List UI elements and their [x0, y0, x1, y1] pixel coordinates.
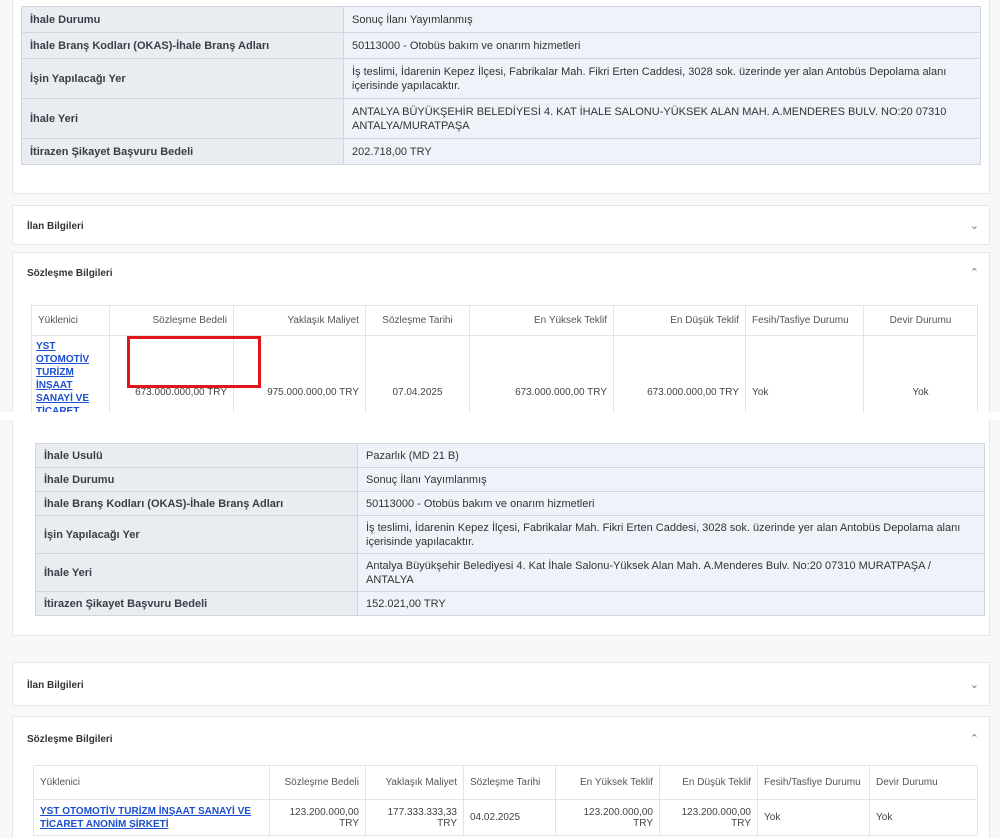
ilan-bilgileri-title: İlan Bilgileri — [27, 680, 84, 691]
info-row: İtirazen Şikayet Başvuru Bedeli 152.021,… — [35, 591, 985, 616]
info-row: İhale Branş Kodları (OKAS)-İhale Branş A… — [35, 491, 985, 516]
info-value: İş teslimi, İdarenin Kepez İlçesi, Fabri… — [343, 58, 981, 99]
info-value: İş teslimi, İdarenin Kepez İlçesi, Fabri… — [357, 515, 985, 554]
info-label: İşin Yapılacağı Yer — [35, 515, 358, 554]
transfer-cell: Yok — [869, 799, 978, 836]
col-header-devir-durumu: Devir Durumu — [863, 305, 978, 336]
col-header-yaklasik-maliyet: Yaklaşık Maliyet — [233, 305, 366, 336]
ilan-bilgileri-accordion[interactable]: İlan Bilgileri ⌄ — [12, 662, 990, 706]
contract-table: Yüklenici Sözleşme Bedeli Yaklaşık Maliy… — [33, 765, 978, 836]
info-row: İşin Yapılacağı Yer İş teslimi, İdarenin… — [21, 58, 981, 99]
col-header-sozlesme-tarihi: Sözleşme Tarihi — [463, 765, 556, 800]
info-label: İhale Yeri — [35, 553, 358, 592]
info-label: İhale Durumu — [35, 467, 358, 492]
chevron-down-icon[interactable]: ⌄ — [970, 678, 979, 691]
sozlesme-bilgileri-card: Sözleşme Bilgileri ⌃ Yüklenici Sözleşme … — [12, 252, 990, 412]
contract-header-row: Yüklenici Sözleşme Bedeli Yaklaşık Maliy… — [31, 305, 978, 336]
chevron-up-icon[interactable]: ⌃ — [970, 266, 979, 279]
tender-panel-1: İhale Durumu Sonuç İlanı Yayımlanmış İha… — [0, 0, 1000, 412]
col-header-yaklasik-maliyet: Yaklaşık Maliyet — [365, 765, 464, 800]
info-row: İhale Usulü Pazarlık (MD 21 B) — [35, 443, 985, 468]
highest-bid-cell: 123.200.000,00 TRY — [555, 799, 660, 836]
lowest-bid-cell: 123.200.000,00 TRY — [659, 799, 758, 836]
highest-bid-cell: 673.000.000,00 TRY — [469, 335, 614, 412]
chevron-down-icon[interactable]: ⌄ — [970, 219, 979, 232]
chevron-up-icon[interactable]: ⌃ — [970, 732, 979, 745]
ilan-bilgileri-accordion[interactable]: İlan Bilgileri ⌄ — [12, 205, 990, 245]
info-row: İhale Yeri ANTALYA BÜYÜKŞEHİR BELEDİYESİ… — [21, 98, 981, 139]
info-label: İhale Branş Kodları (OKAS)-İhale Branş A… — [35, 491, 358, 516]
info-label: İhale Branş Kodları (OKAS)-İhale Branş A… — [21, 32, 344, 59]
contractor-link[interactable]: YST OTOMOTİV TURİZM İNŞAAT SANAYİ VE TİC… — [36, 340, 105, 412]
contract-price-cell: 123.200.000,00 TRY — [269, 799, 366, 836]
col-header-fesih-tasfiye: Fesih/Tasfiye Durumu — [745, 305, 864, 336]
contract-header-row: Yüklenici Sözleşme Bedeli Yaklaşık Maliy… — [33, 765, 978, 800]
contract-date-cell: 04.02.2025 — [463, 799, 556, 836]
tender-info-card: İhale Usulü Pazarlık (MD 21 B) İhale Dur… — [12, 420, 990, 636]
info-label: İhale Usulü — [35, 443, 358, 468]
info-row: İhale Yeri Antalya Büyükşehir Belediyesi… — [35, 553, 985, 592]
info-value: Sonuç İlanı Yayımlanmış — [343, 6, 981, 33]
contractor-link[interactable]: YST OTOMOTİV TURİZM İNŞAAT SANAYİ VE TİC… — [40, 805, 263, 831]
col-header-sozlesme-bedeli: Sözleşme Bedeli — [109, 305, 234, 336]
col-header-sozlesme-tarihi: Sözleşme Tarihi — [365, 305, 470, 336]
tender-panel-2: İhale Usulü Pazarlık (MD 21 B) İhale Dur… — [0, 420, 1000, 838]
info-value: 50113000 - Otobüs bakım ve onarım hizmet… — [343, 32, 981, 59]
table-row: YST OTOMOTİV TURİZM İNŞAAT SANAYİ VE TİC… — [33, 799, 978, 836]
info-value: 202.718,00 TRY — [343, 138, 981, 165]
sozlesme-bilgileri-title: Sözleşme Bilgileri — [27, 268, 113, 279]
col-header-fesih-tasfiye: Fesih/Tasfiye Durumu — [757, 765, 870, 800]
approx-cost-cell: 975.000.000,00 TRY — [233, 335, 366, 412]
lowest-bid-cell: 673.000.000,00 TRY — [613, 335, 746, 412]
info-label: İtirazen Şikayet Başvuru Bedeli — [35, 591, 358, 616]
info-row: İtirazen Şikayet Başvuru Bedeli 202.718,… — [21, 138, 981, 165]
contract-date-cell: 07.04.2025 — [365, 335, 470, 412]
col-header-yuklenici: Yüklenici — [33, 765, 270, 800]
col-header-en-yuksek-teklif: En Yüksek Teklif — [469, 305, 614, 336]
sozlesme-bilgileri-title: Sözleşme Bilgileri — [27, 734, 113, 745]
ilan-bilgileri-title: İlan Bilgileri — [27, 221, 84, 232]
info-value: Pazarlık (MD 21 B) — [357, 443, 985, 468]
info-row: İhale Branş Kodları (OKAS)-İhale Branş A… — [21, 32, 981, 59]
table-row: YST OTOMOTİV TURİZM İNŞAAT SANAYİ VE TİC… — [31, 335, 978, 412]
tender-info-card: İhale Durumu Sonuç İlanı Yayımlanmış İha… — [12, 0, 990, 194]
col-header-en-yuksek-teklif: En Yüksek Teklif — [555, 765, 660, 800]
info-value: ANTALYA BÜYÜKŞEHİR BELEDİYESİ 4. KAT İHA… — [343, 98, 981, 139]
info-value: 152.021,00 TRY — [357, 591, 985, 616]
tender-info-table: İhale Durumu Sonuç İlanı Yayımlanmış İha… — [21, 6, 981, 165]
contract-price-cell: 673.000.000,00 TRY — [109, 335, 234, 412]
col-header-yuklenici: Yüklenici — [31, 305, 110, 336]
col-header-en-dusuk-teklif: En Düşük Teklif — [613, 305, 746, 336]
info-label: İtirazen Şikayet Başvuru Bedeli — [21, 138, 344, 165]
info-label: İhale Durumu — [21, 6, 344, 33]
tender-info-table: İhale Usulü Pazarlık (MD 21 B) İhale Dur… — [35, 443, 985, 616]
info-value: Antalya Büyükşehir Belediyesi 4. Kat İha… — [357, 553, 985, 592]
info-value: Sonuç İlanı Yayımlanmış — [357, 467, 985, 492]
info-label: İşin Yapılacağı Yer — [21, 58, 344, 99]
col-header-devir-durumu: Devir Durumu — [869, 765, 978, 800]
info-row: İhale Durumu Sonuç İlanı Yayımlanmış — [35, 467, 985, 492]
info-value: 50113000 - Otobüs bakım ve onarım hizmet… — [357, 491, 985, 516]
approx-cost-cell: 177.333.333,33 TRY — [365, 799, 464, 836]
termination-cell: Yok — [757, 799, 870, 836]
transfer-cell: Yok — [863, 335, 978, 412]
info-row: İhale Durumu Sonuç İlanı Yayımlanmış — [21, 6, 981, 33]
sozlesme-bilgileri-card: Sözleşme Bilgileri ⌃ Yüklenici Sözleşme … — [12, 716, 990, 838]
contract-table: Yüklenici Sözleşme Bedeli Yaklaşık Maliy… — [31, 305, 978, 412]
col-header-en-dusuk-teklif: En Düşük Teklif — [659, 765, 758, 800]
col-header-sozlesme-bedeli: Sözleşme Bedeli — [269, 765, 366, 800]
termination-cell: Yok — [745, 335, 864, 412]
info-label: İhale Yeri — [21, 98, 344, 139]
info-row: İşin Yapılacağı Yer İş teslimi, İdarenin… — [35, 515, 985, 554]
